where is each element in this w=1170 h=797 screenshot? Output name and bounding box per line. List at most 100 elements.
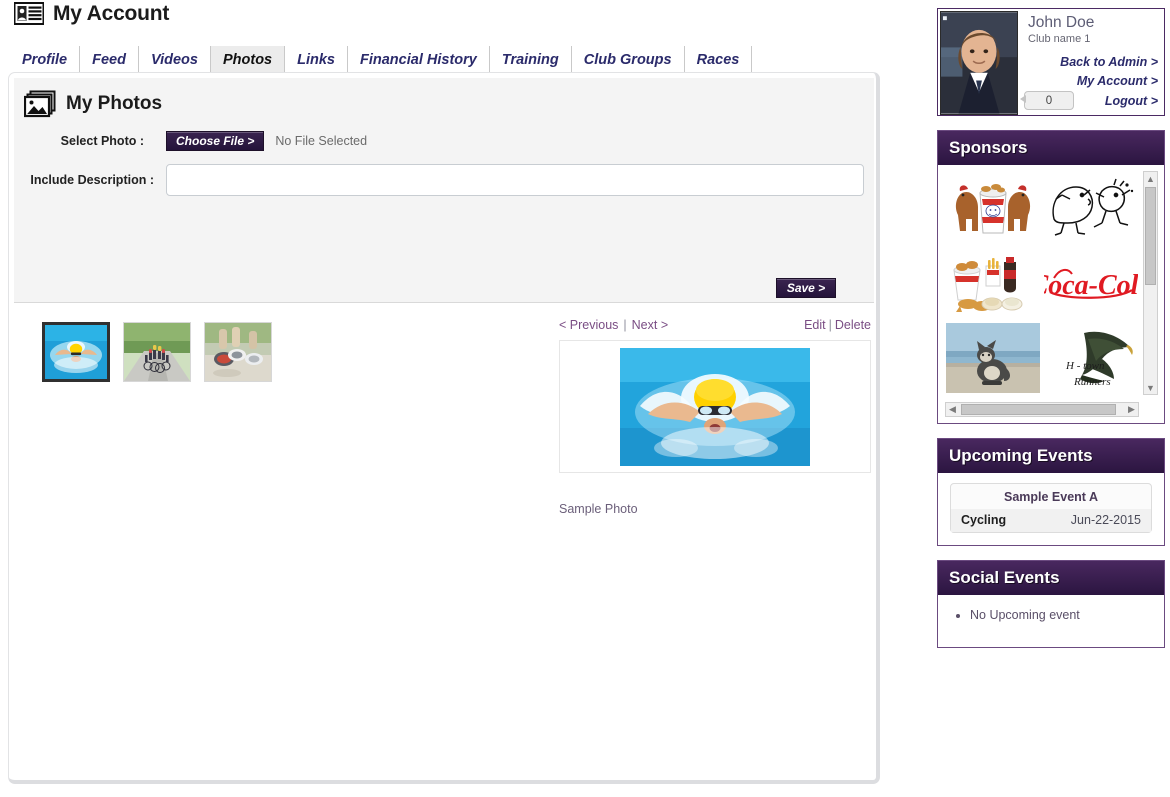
avatar [940, 11, 1018, 115]
photo-gallery: < Previous | Next > Edit | Delete Sample… [14, 304, 874, 775]
upcoming-events-body: Sample Event A Cycling Jun-22-2015 [938, 483, 1164, 533]
social-events-panel: Social Events No Upcoming event [937, 560, 1165, 648]
vertical-scroll-thumb[interactable] [1145, 187, 1156, 285]
scroll-up-arrow-icon[interactable]: ▲ [1144, 172, 1157, 185]
sponsors-panel-header: Sponsors [938, 131, 1164, 165]
svg-text:Coca-Cola: Coca-Cola [1044, 270, 1138, 301]
swimmer-thumbnail[interactable] [42, 322, 110, 382]
list-item: No Upcoming event [970, 607, 1154, 625]
tab-label: Profile [22, 51, 68, 68]
delete-link[interactable]: Delete [835, 318, 871, 332]
select-photo-label: Select Photo : [60, 134, 144, 148]
back-to-admin-link[interactable]: Back to Admin > [1060, 53, 1158, 72]
kfc-bucket-meal-logo[interactable] [945, 246, 1042, 320]
photo-viewer: < Previous | Next > Edit | Delete Sample… [559, 318, 871, 516]
sponsors-body: Coca-Cola [938, 165, 1164, 423]
no-file-selected-text: No File Selected [275, 134, 368, 148]
include-description-label: Include Description : [30, 173, 154, 187]
upcoming-events-header: Upcoming Events [938, 439, 1164, 473]
upcoming-events-panel: Upcoming Events Sample Event A Cycling J… [937, 438, 1165, 546]
event-meta: Cycling Jun-22-2015 [951, 509, 1151, 532]
account-tabs: Profile Feed Videos Photos Links Financi… [9, 46, 753, 73]
tab-label: Photos [222, 51, 273, 68]
profile-links: Back to Admin > My Account > Logout > [1060, 53, 1158, 111]
h-town-runners-logo[interactable]: H - town Runners [1043, 321, 1140, 395]
tab-label: Club Groups [583, 51, 672, 68]
social-events-header: Social Events [938, 561, 1164, 595]
tab-club-groups[interactable]: Club Groups [572, 46, 685, 73]
section-header: My Photos [24, 90, 162, 118]
logout-link[interactable]: Logout > [1060, 92, 1158, 111]
cartoon-runners-logo[interactable] [1043, 171, 1140, 245]
event-name: Sample Event A [1003, 490, 1098, 504]
tab-label: Videos [150, 51, 198, 68]
tab-photos[interactable]: Photos [210, 46, 286, 73]
profile-name: John Doe [1028, 14, 1095, 31]
tab-feed[interactable]: Feed [80, 46, 139, 73]
choose-file-button[interactable]: Choose File > [166, 131, 265, 151]
thumbnail-strip [42, 322, 272, 382]
page-header: My Account [14, 2, 169, 26]
coca-cola-logo[interactable]: Coca-Cola [1043, 246, 1140, 320]
runners-thumbnail[interactable] [204, 322, 272, 382]
select-photo-row: Select Photo : Choose File > No File Sel… [24, 131, 764, 151]
tab-label: Links [297, 51, 335, 68]
swimmer-photo [620, 347, 810, 466]
tab-links[interactable]: Links [285, 46, 348, 73]
social-events-body: No Upcoming event [938, 595, 1164, 647]
tab-financial-history[interactable]: Financial History [348, 46, 490, 73]
horizontal-scroll-thumb[interactable] [961, 404, 1116, 415]
photos-stack-icon [24, 90, 56, 118]
profile-info: John Doe Club name 1 Back to Admin > My … [1018, 11, 1162, 113]
event-item[interactable]: Sample Event A Cycling Jun-22-2015 [950, 483, 1152, 533]
include-description-row: Include Description : [24, 164, 864, 196]
scroll-right-arrow-icon[interactable]: ▶ [1125, 403, 1138, 416]
sponsors-vertical-scrollbar[interactable]: ▲ ▼ [1143, 171, 1158, 395]
tab-label: Training [501, 51, 559, 68]
next-link[interactable]: Next > [632, 318, 668, 332]
right-sidebar: John Doe Club name 1 Back to Admin > My … [937, 8, 1165, 648]
save-button[interactable]: Save > [776, 278, 836, 298]
tab-races[interactable]: Races [685, 46, 753, 73]
edit-link[interactable]: Edit [804, 318, 826, 332]
tab-label: Feed [92, 51, 126, 68]
sponsors-viewport: Coca-Cola [945, 171, 1139, 395]
social-events-list: No Upcoming event [948, 607, 1154, 625]
section-title: My Photos [66, 93, 163, 114]
edit-delete-separator: | [828, 318, 832, 332]
h-town-text: H - town [1065, 360, 1105, 372]
previous-link[interactable]: < Previous [559, 318, 618, 332]
scroll-down-arrow-icon[interactable]: ▼ [1144, 381, 1157, 394]
event-date: Jun-22-2015 [1070, 513, 1141, 527]
tab-label: Races [696, 51, 740, 68]
profile-card: John Doe Club name 1 Back to Admin > My … [937, 8, 1165, 116]
message-count-badge[interactable]: 0 [1020, 91, 1074, 110]
prev-next-group: < Previous | Next > [559, 318, 668, 332]
cat-photo-logo[interactable] [945, 321, 1042, 395]
tab-profile[interactable]: Profile [9, 46, 81, 73]
sponsors-panel: Sponsors oca-Col H - town Runners ▲ ▼ ◀ … [937, 130, 1165, 424]
photo-caption: Sample Photo [559, 502, 638, 516]
page-root: My Account Profile Feed Videos Photos Li… [0, 0, 1170, 797]
id-card-icon [14, 2, 44, 26]
description-input[interactable] [166, 164, 864, 196]
nav-separator: | [623, 318, 627, 332]
photo-frame [559, 340, 871, 473]
social-events-title: Social Events [949, 568, 1060, 587]
upcoming-events-title: Upcoming Events [949, 446, 1093, 465]
scroll-left-arrow-icon[interactable]: ◀ [946, 403, 959, 416]
main-content-panel: My Photos Select Photo : Choose File > N… [8, 72, 880, 784]
cyclists-thumbnail[interactable] [123, 322, 191, 382]
tab-label: Financial History [360, 51, 477, 68]
kfc-chickens-logo[interactable] [945, 171, 1042, 245]
tab-training[interactable]: Training [490, 46, 572, 73]
photo-upload-form: My Photos Select Photo : Choose File > N… [14, 78, 874, 303]
runners-text: Runners [1073, 376, 1111, 388]
my-account-link[interactable]: My Account > [1060, 72, 1158, 91]
sponsors-horizontal-scrollbar[interactable]: ◀ ▶ [945, 402, 1139, 417]
sponsors-grid: Coca-Cola [945, 171, 1139, 395]
tab-videos[interactable]: Videos [139, 46, 211, 73]
event-sport: Cycling [961, 513, 1007, 527]
viewer-navigation: < Previous | Next > Edit | Delete [559, 318, 871, 332]
page-title: My Account [53, 2, 170, 25]
